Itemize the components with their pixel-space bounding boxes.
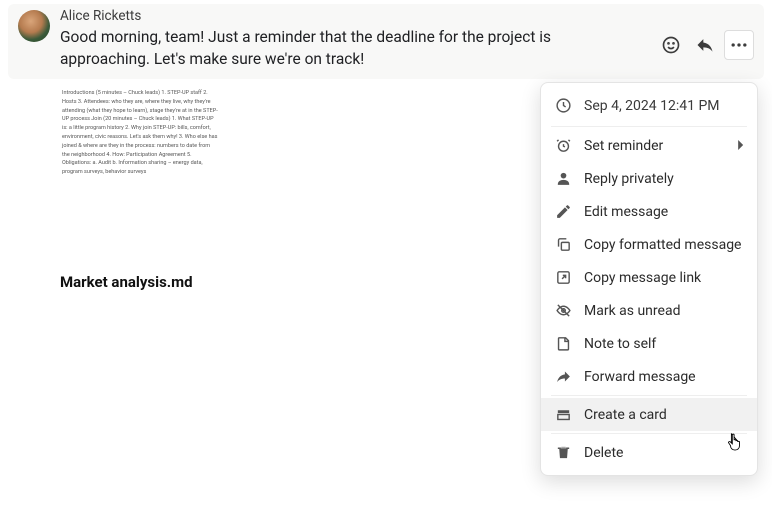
menu-forward[interactable]: Forward message	[541, 360, 757, 393]
chevron-right-icon	[738, 138, 745, 154]
menu-item-label: Mark as unread	[584, 303, 743, 319]
menu-delete[interactable]: Delete	[541, 436, 757, 469]
menu-edit-message[interactable]: Edit message	[541, 195, 757, 228]
more-actions-button[interactable]	[724, 30, 754, 60]
menu-divider	[551, 433, 747, 434]
trash-icon	[555, 444, 572, 461]
menu-reply-privately[interactable]: Reply privately	[541, 162, 757, 195]
avatar[interactable]	[18, 10, 50, 42]
reply-icon	[695, 35, 715, 55]
copy-icon	[555, 236, 572, 253]
message-content: Alice Ricketts Good morning, team! Just …	[60, 8, 644, 71]
menu-divider	[551, 395, 747, 396]
message-text: Good morning, team! Just a reminder that…	[60, 26, 644, 71]
menu-divider	[551, 126, 747, 127]
clock-icon	[555, 97, 572, 114]
context-menu: Sep 4, 2024 12:41 PM Set reminder Reply …	[540, 82, 758, 476]
message-row: Alice Ricketts Good morning, team! Just …	[8, 4, 764, 79]
menu-set-reminder[interactable]: Set reminder	[541, 129, 757, 162]
menu-copy-link[interactable]: Copy message link	[541, 261, 757, 294]
attachment[interactable]: Introductions (5 minutes – Chuck leads) …	[60, 85, 220, 195]
menu-item-label: Set reminder	[584, 138, 743, 154]
menu-timestamp: Sep 4, 2024 12:41 PM	[541, 89, 757, 124]
menu-item-label: Copy formatted message	[584, 237, 743, 253]
react-button[interactable]	[656, 30, 686, 60]
forward-icon	[555, 368, 572, 385]
eye-off-icon	[555, 302, 572, 319]
card-icon	[555, 406, 572, 423]
menu-item-label: Forward message	[584, 369, 743, 385]
menu-item-label: Copy message link	[584, 270, 743, 286]
menu-mark-unread[interactable]: Mark as unread	[541, 294, 757, 327]
menu-item-label: Create a card	[584, 407, 743, 423]
smile-icon	[661, 35, 681, 55]
pencil-icon	[555, 203, 572, 220]
alarm-icon	[555, 137, 572, 154]
menu-create-card[interactable]: Create a card	[541, 398, 757, 431]
timestamp-label: Sep 4, 2024 12:41 PM	[584, 98, 720, 114]
external-link-icon	[555, 269, 572, 286]
person-icon	[555, 170, 572, 187]
note-icon	[555, 335, 572, 352]
menu-item-label: Edit message	[584, 204, 743, 220]
menu-item-label: Note to self	[584, 336, 743, 352]
menu-copy-formatted[interactable]: Copy formatted message	[541, 228, 757, 261]
menu-item-label: Reply privately	[584, 171, 743, 187]
reply-button[interactable]	[690, 30, 720, 60]
menu-note-self[interactable]: Note to self	[541, 327, 757, 360]
message-author[interactable]: Alice Ricketts	[60, 8, 644, 24]
attachment-preview: Introductions (5 minutes – Chuck leads) …	[60, 85, 220, 195]
more-horizontal-icon	[729, 35, 749, 55]
message-actions	[656, 30, 754, 60]
menu-item-label: Delete	[584, 445, 743, 461]
